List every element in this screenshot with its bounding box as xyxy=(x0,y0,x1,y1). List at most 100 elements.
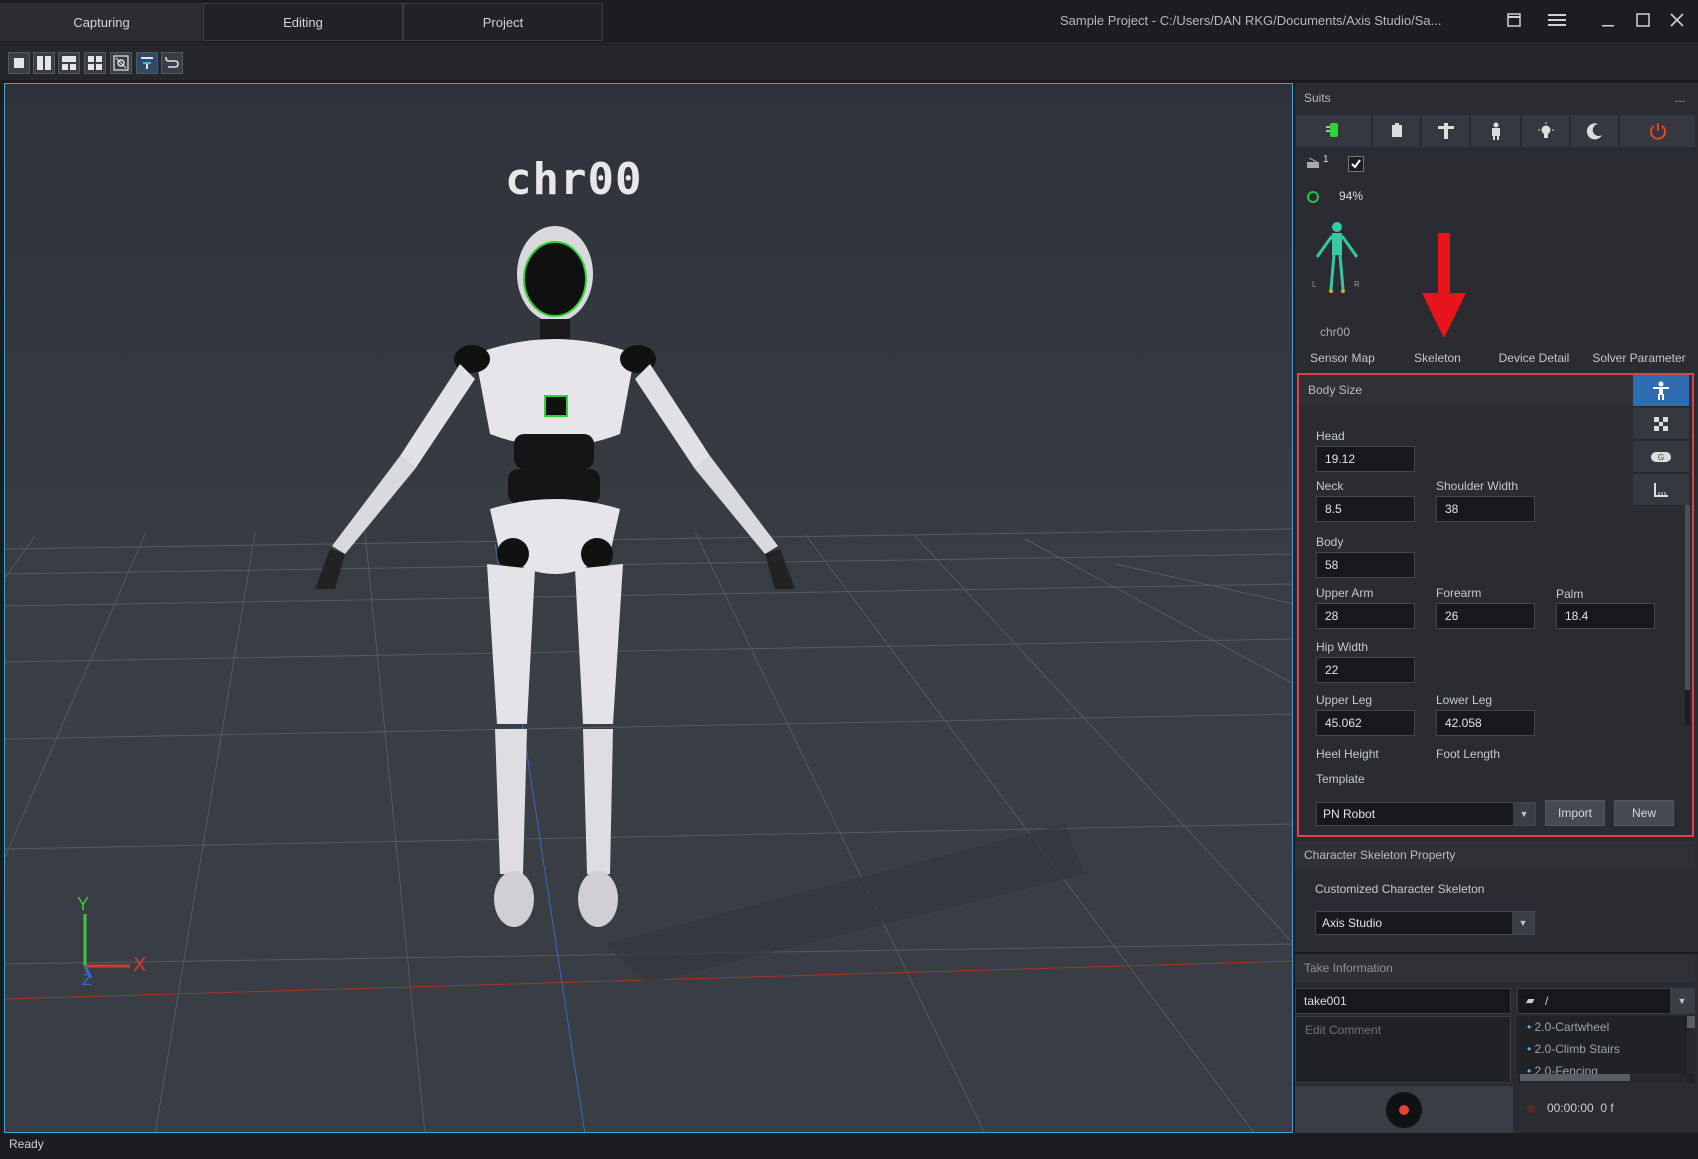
hip-width-input[interactable]: 22 xyxy=(1316,657,1415,683)
power-button[interactable] xyxy=(1620,115,1695,147)
align-view-icon[interactable] xyxy=(136,52,158,74)
device-checkbox[interactable] xyxy=(1348,156,1364,172)
device-count-icon xyxy=(1305,156,1321,173)
camera-settings-icon[interactable] xyxy=(110,52,132,74)
neck-label: Neck xyxy=(1316,479,1344,493)
connect-suit-icon xyxy=(1325,123,1338,137)
tab-skeleton[interactable]: Skeleton xyxy=(1390,351,1485,371)
timecode-panel: 00:00:00 0 f xyxy=(1517,1086,1698,1133)
annotation-arrow-icon xyxy=(1422,233,1466,338)
character-skeleton-select-value: Axis Studio xyxy=(1322,916,1383,930)
character-skeleton-header: Character Skeleton Property xyxy=(1295,841,1695,869)
neck-input[interactable]: 8.5 xyxy=(1316,496,1415,522)
body-size-mode-button[interactable] xyxy=(1633,375,1689,407)
layout-icon[interactable] xyxy=(1502,10,1526,34)
light-button[interactable] xyxy=(1522,115,1570,147)
record-panel xyxy=(1295,1086,1513,1133)
power-icon xyxy=(1649,123,1666,140)
suits-title: Suits xyxy=(1304,91,1331,105)
record-button[interactable] xyxy=(1386,1092,1422,1128)
shoulder-width-input[interactable]: 38 xyxy=(1436,496,1535,522)
upper-leg-input[interactable]: 45.062 xyxy=(1316,710,1415,736)
split-three-view-icon[interactable] xyxy=(58,52,80,74)
maximize-icon[interactable] xyxy=(1631,10,1655,34)
take-list-h-scrollbar[interactable] xyxy=(1517,1074,1687,1083)
calibrate-button[interactable] xyxy=(1471,115,1521,147)
lower-leg-label: Lower Leg xyxy=(1436,693,1493,707)
list-item[interactable]: • 2.0-Cartwheel xyxy=(1527,1020,1609,1034)
window-title: Sample Project - C:/Users/DAN RKG/Docume… xyxy=(1060,13,1442,28)
list-item[interactable]: • 2.0-Climb Stairs xyxy=(1527,1042,1620,1056)
lower-leg-input[interactable]: 42.058 xyxy=(1436,710,1535,736)
x-axis-label: X xyxy=(133,954,147,976)
tab-sensor-map[interactable]: Sensor Map xyxy=(1295,351,1390,371)
suits-header: Suits ... xyxy=(1295,84,1695,112)
tab-device-detail[interactable]: Device Detail xyxy=(1485,351,1583,371)
y-axis-label: Y xyxy=(77,894,90,914)
upper-leg-label: Upper Leg xyxy=(1316,693,1373,707)
template-select-value: PN Robot xyxy=(1323,807,1376,821)
take-list-item-label: 2.0-Cartwheel xyxy=(1534,1020,1610,1034)
body-label: Body xyxy=(1316,535,1344,549)
timecode: 00:00:00 0 f xyxy=(1547,1101,1614,1115)
ground-grid xyxy=(5,226,1292,1132)
take-list-v-scrollbar[interactable] xyxy=(1687,1016,1695,1074)
t-pose-button[interactable] xyxy=(1422,115,1470,147)
chevron-down-icon: ▼ xyxy=(1513,803,1535,825)
tab-project-label: Project xyxy=(482,14,524,30)
body-input[interactable]: 58 xyxy=(1316,552,1415,578)
menu-icon[interactable] xyxy=(1545,10,1569,34)
tab-editing-label: Editing xyxy=(283,14,323,30)
sensor-button[interactable] xyxy=(1373,115,1421,147)
device-count: 1 xyxy=(1323,154,1329,165)
take-name-input[interactable]: take001 xyxy=(1295,988,1511,1014)
take-list: • 2.0-Cartwheel • 2.0-Climb Stairs • 2.0… xyxy=(1517,1016,1695,1083)
tab-project[interactable]: Project xyxy=(403,3,603,41)
right-panel: Suits ... 1 94% L R chr00 Sensor Map Ske… xyxy=(1295,83,1698,1133)
folder-icon: ▰ xyxy=(1526,995,1535,1007)
forearm-input[interactable]: 26 xyxy=(1436,603,1535,629)
character-skeleton-select[interactable]: Axis Studio ▼ xyxy=(1315,911,1535,935)
measure-mode-button[interactable] xyxy=(1633,474,1689,506)
3d-viewport[interactable]: chr00 Y X Z xyxy=(4,83,1293,1133)
upper-arm-input[interactable]: 28 xyxy=(1316,603,1415,629)
tab-capturing[interactable]: Capturing xyxy=(0,3,203,41)
quad-view-icon[interactable] xyxy=(84,52,106,74)
sleep-button[interactable] xyxy=(1571,115,1619,147)
single-view-icon[interactable] xyxy=(8,52,30,74)
heel-height-label: Heel Height xyxy=(1316,747,1379,761)
take-folder-select[interactable]: ▰ / ▼ xyxy=(1517,988,1695,1014)
connect-suit-button[interactable] xyxy=(1296,115,1372,147)
ruler-icon xyxy=(1654,482,1668,497)
view-toolbar xyxy=(0,45,1698,81)
palm-input[interactable]: 18.4 xyxy=(1556,603,1655,629)
axis-gizmo xyxy=(83,914,130,979)
split-two-view-icon[interactable] xyxy=(33,52,55,74)
sleep-moon-icon xyxy=(1586,123,1602,140)
robot-character[interactable] xyxy=(315,226,795,927)
suits-menu-icon[interactable]: ... xyxy=(1675,84,1685,112)
take-comment-textarea[interactable]: Edit Comment xyxy=(1295,1016,1511,1083)
battery-level: 94% xyxy=(1339,189,1364,203)
head-label: Head xyxy=(1316,429,1345,443)
body-size-scrollbar[interactable] xyxy=(1685,505,1690,725)
z-axis-label: Z xyxy=(82,972,92,989)
record-status-icon xyxy=(1527,1105,1535,1113)
minimize-icon[interactable] xyxy=(1596,10,1620,34)
transfer-icon[interactable] xyxy=(161,52,183,74)
svg-text:G: G xyxy=(1658,453,1664,462)
take-list-item-label: 2.0-Climb Stairs xyxy=(1534,1042,1620,1056)
forearm-label: Forearm xyxy=(1436,586,1482,600)
import-button[interactable]: Import xyxy=(1545,800,1605,826)
tab-solver-parameter[interactable]: Solver Parameter xyxy=(1583,351,1695,371)
gravity-mode-button[interactable]: G xyxy=(1633,441,1689,473)
new-template-button[interactable]: New xyxy=(1614,800,1674,826)
battery-status-icon xyxy=(1307,191,1319,203)
suit-character-name: chr00 xyxy=(1320,325,1351,339)
close-icon[interactable] xyxy=(1665,10,1689,34)
template-select[interactable]: PN Robot ▼ xyxy=(1316,802,1536,826)
head-input[interactable]: 19.12 xyxy=(1316,446,1415,472)
scale-mode-button[interactable] xyxy=(1633,408,1689,440)
tab-editing[interactable]: Editing xyxy=(203,3,403,41)
upper-arm-label: Upper Arm xyxy=(1316,586,1374,600)
